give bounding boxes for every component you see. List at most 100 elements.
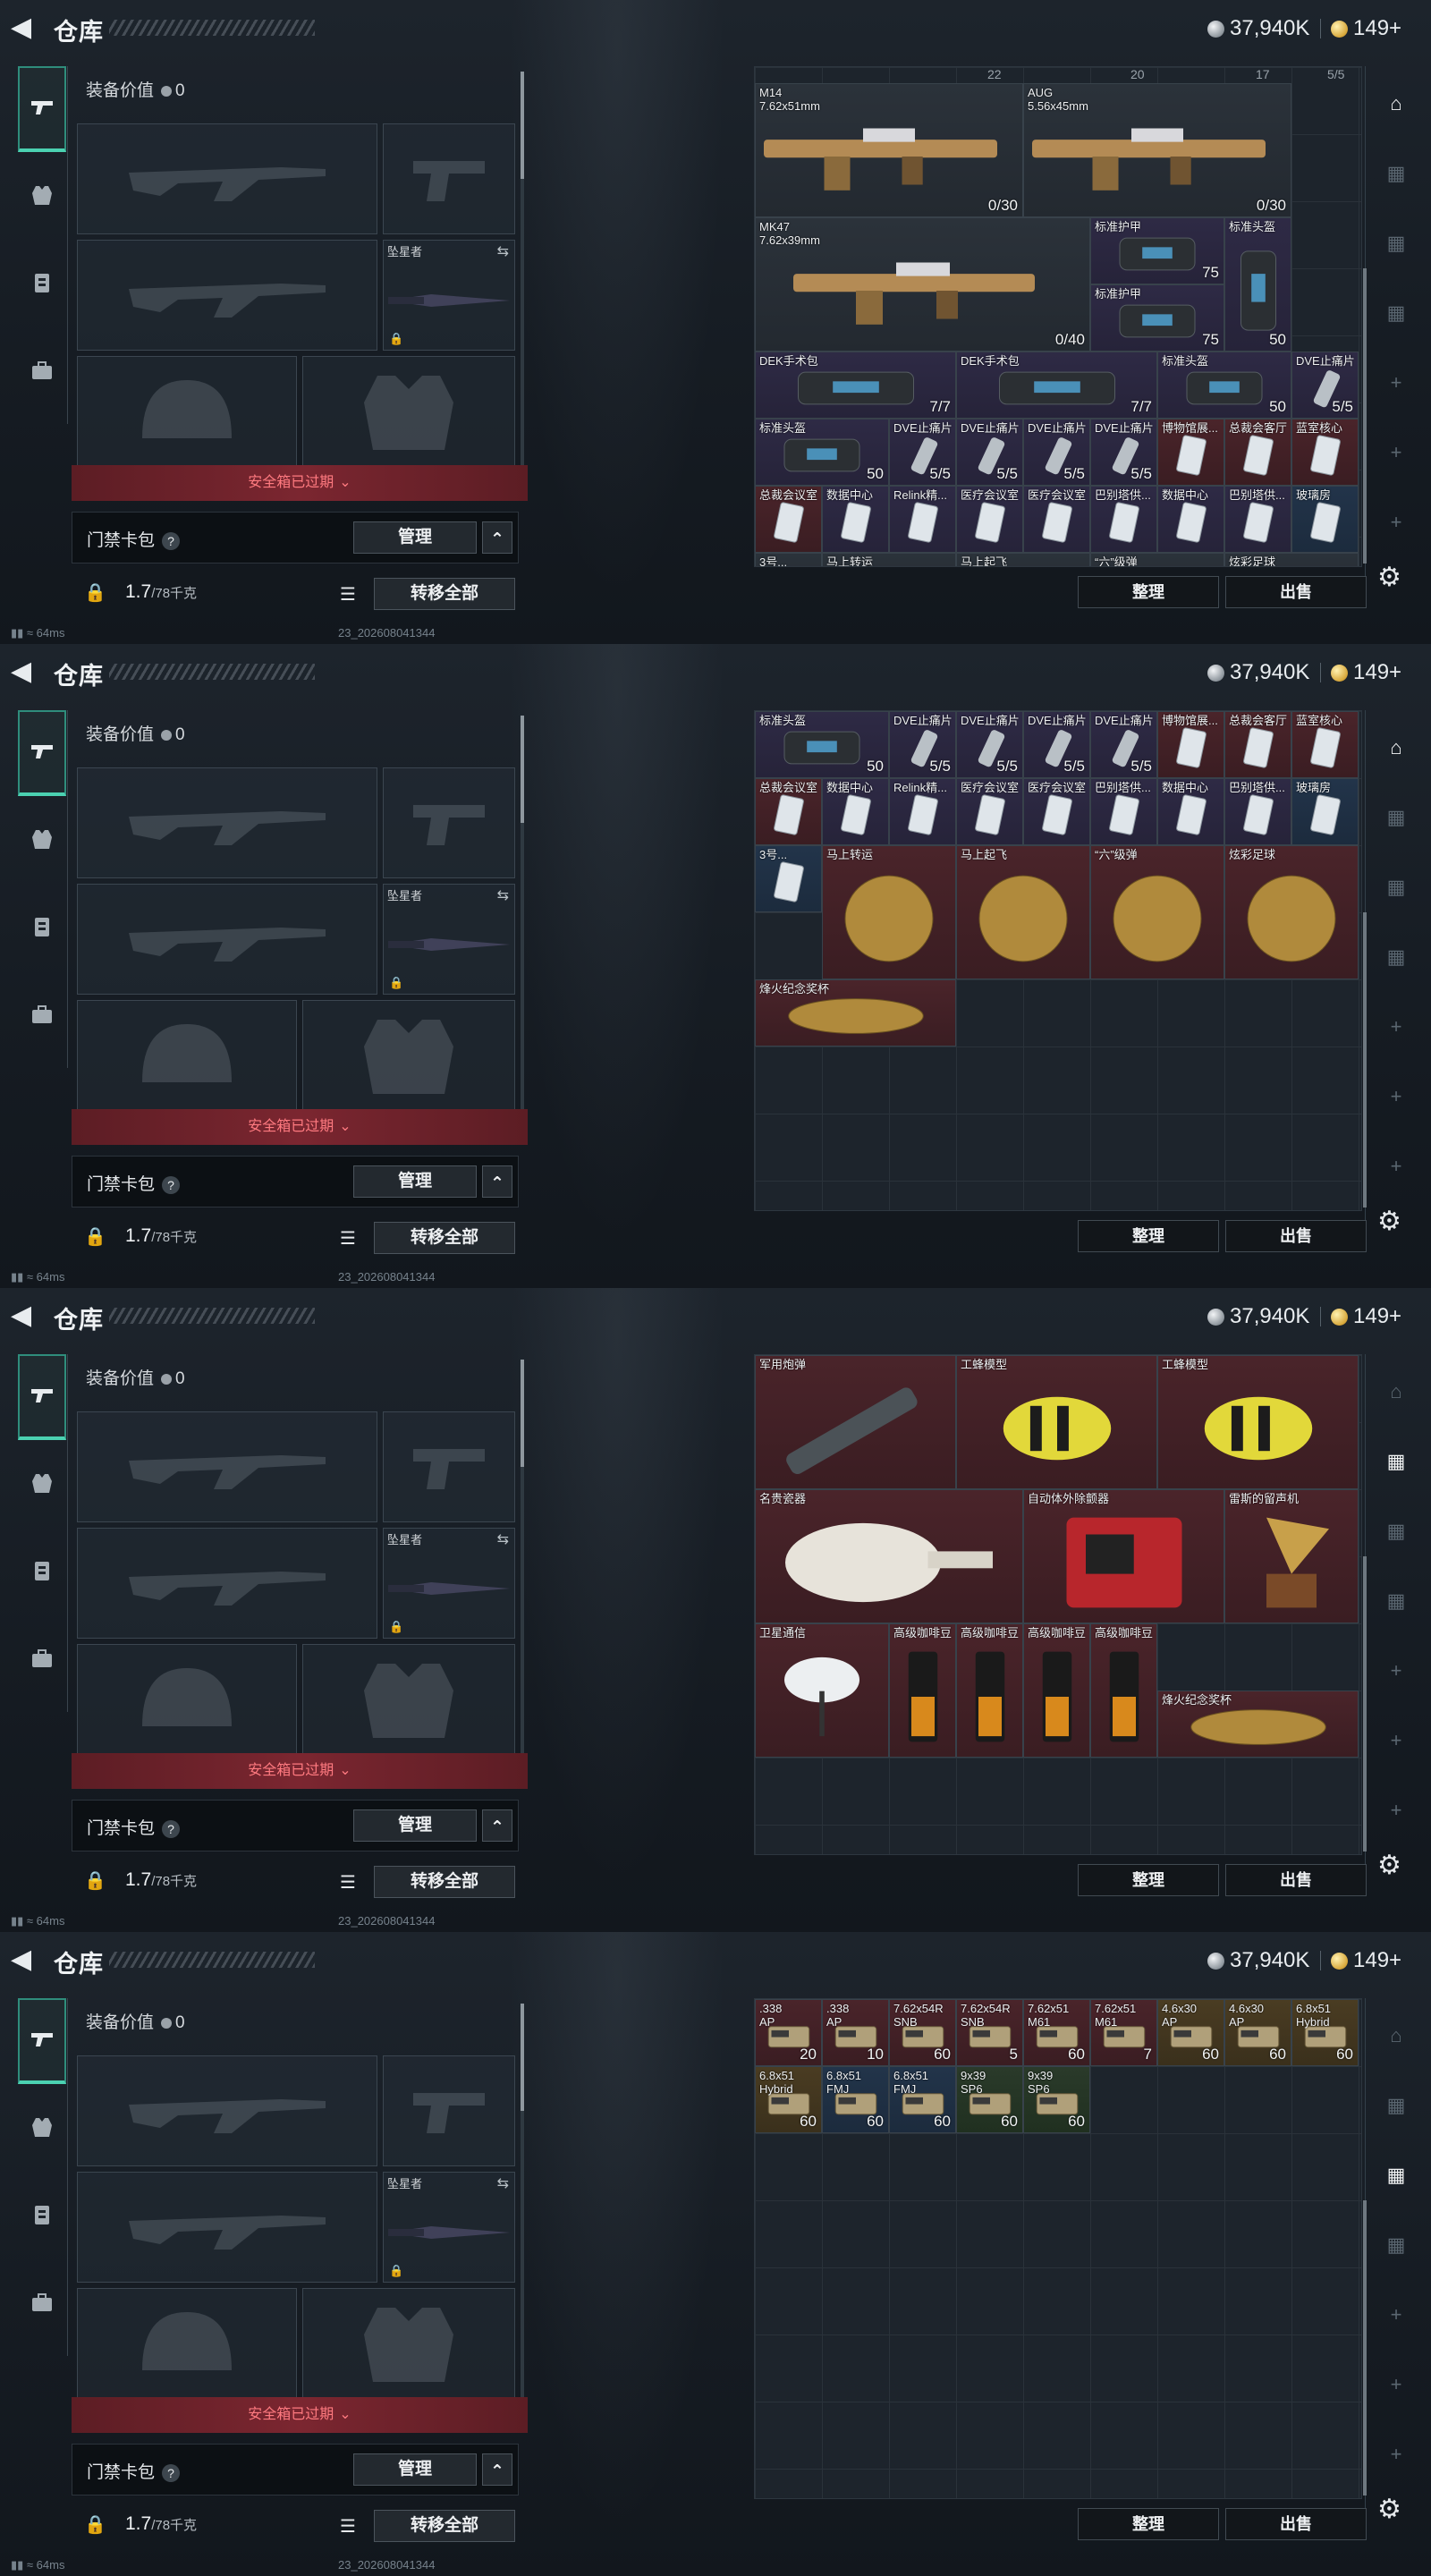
- secondary-weapon-slot[interactable]: [77, 2172, 377, 2283]
- nav-tab-gun[interactable]: [18, 66, 66, 152]
- inventory-item[interactable]: 马上起飞: [956, 845, 1090, 979]
- inventory-item[interactable]: .338 AP 10: [822, 1999, 889, 2066]
- primary-weapon-slot[interactable]: [77, 1411, 377, 1522]
- storage-add-icon[interactable]: ▦: [1378, 939, 1414, 975]
- inventory-item[interactable]: 3号...: [755, 845, 822, 912]
- transfer-all-button[interactable]: 转移全部: [374, 1222, 515, 1254]
- inventory-item[interactable]: DEK手术包 7/7: [956, 352, 1157, 419]
- plus-icon[interactable]: +: [1378, 504, 1414, 540]
- inventory-item[interactable]: 医疗会议室: [1023, 778, 1090, 845]
- inventory-item[interactable]: 马上起飞: [956, 553, 1090, 566]
- nav-tab-medkit[interactable]: [18, 242, 66, 327]
- sort-button[interactable]: 整理: [1078, 576, 1219, 608]
- help-icon[interactable]: ?: [162, 1820, 181, 1838]
- inventory-item[interactable]: 名贵瓷器: [755, 1489, 1023, 1623]
- inventory-item[interactable]: 雷斯的留声机: [1224, 1489, 1359, 1623]
- inventory-scrollbar[interactable]: [1363, 268, 1367, 564]
- gold-currency[interactable]: 149+: [1320, 1304, 1401, 1329]
- armor-slot[interactable]: [302, 1000, 515, 1111]
- help-icon[interactable]: ?: [162, 1176, 181, 1194]
- sort-button[interactable]: 整理: [1078, 1220, 1219, 1252]
- list-icon[interactable]: ☰: [340, 1871, 356, 1894]
- inventory-item[interactable]: 玻璃房: [1291, 486, 1359, 553]
- inventory-item[interactable]: 马上转运: [822, 845, 956, 979]
- inventory-item[interactable]: 总裁会议室: [755, 778, 822, 845]
- storage-add-icon[interactable]: ▦: [1378, 295, 1414, 331]
- inventory-item[interactable]: 马上转运: [822, 553, 956, 566]
- pistol-slot[interactable]: [383, 767, 515, 878]
- inventory-item[interactable]: 烽火纪念奖杯: [755, 979, 956, 1046]
- secondary-weapon-slot[interactable]: [77, 240, 377, 351]
- inventory-item[interactable]: 卫星通信: [755, 1623, 889, 1758]
- inventory-item[interactable]: 总裁会议室: [755, 486, 822, 553]
- manage-button[interactable]: 管理: [353, 521, 477, 554]
- inventory-item[interactable]: 3号...: [755, 553, 822, 566]
- inventory-item[interactable]: 高级咖啡豆: [1090, 1623, 1157, 1758]
- nav-tab-armor[interactable]: [18, 2086, 66, 2172]
- inventory-item[interactable]: DVE止痛片 5/5: [1090, 711, 1157, 778]
- nav-tab-medkit[interactable]: [18, 1530, 66, 1615]
- inventory-item[interactable]: 数据中心: [822, 778, 889, 845]
- gear-icon[interactable]: ⚙: [1377, 1206, 1401, 1237]
- inventory-item[interactable]: 7.62x54R SNB 5: [956, 1999, 1023, 2066]
- inventory-scrollbar[interactable]: [1363, 1556, 1367, 1852]
- inventory-item[interactable]: 7.62x54R SNB 60: [889, 1999, 956, 2066]
- nav-tab-gun[interactable]: [18, 710, 66, 796]
- plus-icon[interactable]: +: [1378, 1009, 1414, 1045]
- silver-currency[interactable]: 37,940K: [1207, 16, 1309, 41]
- inventory-item[interactable]: M14 7.62x51mm 0/30: [755, 83, 1023, 217]
- inventory-item[interactable]: 总裁会客厅: [1224, 419, 1291, 486]
- inventory-item[interactable]: 高级咖啡豆: [956, 1623, 1023, 1758]
- melee-slot[interactable]: 坠星者 ⇆ 🔒: [383, 1528, 515, 1639]
- inventory-item[interactable]: 高级咖啡豆: [889, 1623, 956, 1758]
- inventory-item[interactable]: 医疗会议室: [956, 486, 1023, 553]
- nav-tab-armor[interactable]: [18, 798, 66, 884]
- storage-add-icon[interactable]: ▦: [1378, 2227, 1414, 2263]
- safe-box-expired-banner[interactable]: 安全箱已过期 ⌄: [72, 2397, 528, 2433]
- chevron-up-icon[interactable]: ⌃: [482, 1165, 512, 1198]
- scroll-thumb[interactable]: [521, 1360, 524, 1467]
- inventory-item[interactable]: “六”级弹: [1090, 845, 1224, 979]
- inventory-item[interactable]: DVE止痛片 5/5: [1023, 711, 1090, 778]
- inventory-item[interactable]: 烽火纪念奖杯: [1157, 1690, 1359, 1758]
- inventory-item[interactable]: 巴别塔供...: [1224, 778, 1291, 845]
- plus-icon[interactable]: +: [1378, 2436, 1414, 2472]
- scroll-thumb[interactable]: [521, 2004, 524, 2111]
- list-icon[interactable]: ☰: [340, 1227, 356, 1250]
- inventory-item[interactable]: 工蜂模型: [956, 1355, 1157, 1489]
- helmet-slot[interactable]: [77, 1644, 297, 1755]
- inventory-item[interactable]: DVE止痛片 5/5: [956, 419, 1023, 486]
- chevron-up-icon[interactable]: ⌃: [482, 521, 512, 554]
- helmet-slot[interactable]: [77, 356, 297, 467]
- inventory-item[interactable]: DVE止痛片 5/5: [1090, 419, 1157, 486]
- plus-icon[interactable]: +: [1378, 2367, 1414, 2402]
- pistol-slot[interactable]: [383, 2055, 515, 2166]
- plus-icon[interactable]: +: [1378, 1079, 1414, 1114]
- inventory-item[interactable]: 4.6x30 AP 60: [1224, 1999, 1291, 2066]
- inventory-item[interactable]: 博物馆展...: [1157, 711, 1224, 778]
- inventory-item[interactable]: 蓝室核心: [1291, 711, 1359, 778]
- swap-icon[interactable]: ⇆: [497, 242, 509, 260]
- inventory-item[interactable]: DVE止痛片 5/5: [1291, 352, 1359, 419]
- sell-button[interactable]: 出售: [1225, 2508, 1367, 2540]
- pistol-slot[interactable]: [383, 1411, 515, 1522]
- secondary-weapon-slot[interactable]: [77, 884, 377, 995]
- inventory-item[interactable]: .338 AP 20: [755, 1999, 822, 2066]
- transfer-all-button[interactable]: 转移全部: [374, 1866, 515, 1898]
- nav-tab-medkit[interactable]: [18, 886, 66, 971]
- inventory-item[interactable]: 医疗会议室: [956, 778, 1023, 845]
- helmet-slot[interactable]: [77, 2288, 297, 2399]
- inventory-item[interactable]: 高级咖啡豆: [1023, 1623, 1090, 1758]
- gold-currency[interactable]: 149+: [1320, 1948, 1401, 1973]
- inventory-item[interactable]: 7.62x51 M61 7: [1090, 1999, 1157, 2066]
- inventory-item[interactable]: 标准头盔 50: [755, 419, 889, 486]
- back-arrow-icon[interactable]: ◀: [11, 1946, 38, 1973]
- armor-slot[interactable]: [302, 2288, 515, 2399]
- storage-box-icon[interactable]: ▦: [1378, 225, 1414, 261]
- primary-weapon-slot[interactable]: [77, 123, 377, 234]
- inventory-item[interactable]: 6.8x51 Hybrid 60: [1291, 1999, 1359, 2066]
- warehouse-icon[interactable]: ⌂: [1378, 86, 1414, 122]
- list-icon[interactable]: ☰: [340, 583, 356, 606]
- warehouse-icon[interactable]: ⌂: [1378, 2018, 1414, 2054]
- silver-currency[interactable]: 37,940K: [1207, 660, 1309, 685]
